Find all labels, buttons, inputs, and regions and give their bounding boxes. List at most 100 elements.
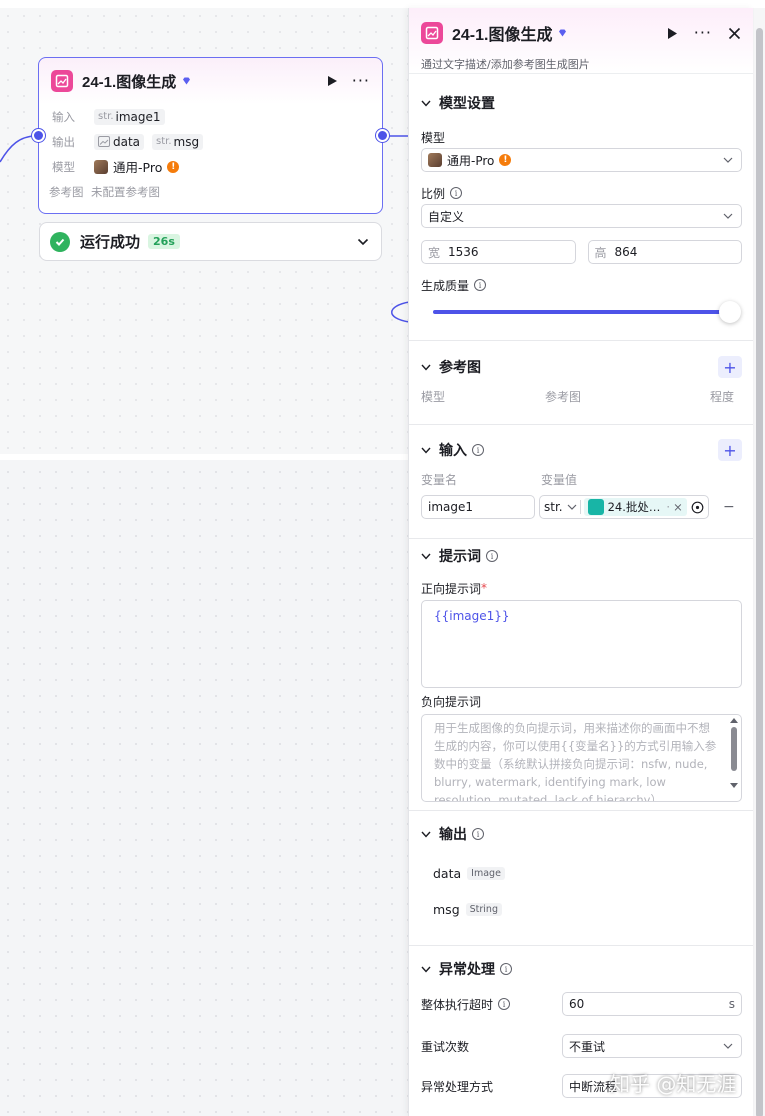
input-header[interactable]: 输入 i +	[421, 435, 742, 465]
textarea-scrollbar[interactable]	[730, 718, 738, 800]
success-check-icon	[50, 231, 70, 252]
layers-icon	[587, 499, 604, 515]
input-label: 输入	[52, 109, 75, 124]
col-degree-label: 程度	[709, 389, 734, 404]
chevron-down-icon	[723, 1043, 733, 1049]
node-output-row: 输出 data str. msg	[39, 129, 382, 154]
model-settings-header[interactable]: 模型设置	[421, 88, 742, 118]
ratio-select[interactable]: 自定义	[421, 204, 742, 228]
col-ref-label: 参考图	[545, 389, 582, 404]
node-config-panel: 24-1.图像生成 ··· 通过文字描述/添加参考图生成图片 模型设置 模型 通…	[408, 8, 753, 1116]
target-icon[interactable]	[691, 501, 704, 514]
slider-thumb[interactable]	[719, 301, 741, 323]
chevron-down-icon[interactable]	[421, 553, 431, 560]
timeout-row: 整体执行超时 i 60 s	[421, 984, 742, 1024]
close-icon[interactable]	[728, 27, 741, 40]
output-port[interactable]	[376, 129, 389, 142]
more-icon[interactable]: ···	[694, 25, 712, 41]
chevron-down-icon[interactable]	[421, 831, 431, 838]
info-icon[interactable]: i	[474, 279, 487, 291]
exception-header[interactable]: 异常处理 i	[421, 954, 742, 984]
info-icon[interactable]: i	[472, 444, 484, 456]
ref-label: 参考图	[49, 184, 84, 199]
image-generate-icon	[51, 70, 73, 92]
image-generate-icon	[421, 22, 443, 44]
premium-diamond-icon	[183, 77, 191, 85]
quality-slider[interactable]	[433, 301, 741, 323]
model-field-label: 模型	[421, 130, 446, 145]
run-status-bar[interactable]: 运行成功 26s	[39, 222, 382, 261]
input-port[interactable]	[32, 129, 45, 142]
canvas-top-band	[0, 0, 765, 8]
node-header: 24-1.图像生成 ···	[39, 58, 382, 104]
warning-icon: !	[167, 160, 180, 173]
var-name-input[interactable]: image1	[421, 495, 535, 519]
chevron-down-icon[interactable]	[421, 447, 431, 454]
timeout-input[interactable]: 60 s	[562, 992, 742, 1016]
chevron-down-icon[interactable]	[357, 238, 369, 246]
output-label: 输出	[52, 134, 75, 149]
chevron-down-icon[interactable]	[421, 364, 431, 371]
image-generation-node[interactable]: 24-1.图像生成 ··· 输入 str. image1 输出 data str.…	[38, 57, 383, 214]
panel-description: 通过文字描述/添加参考图生成图片	[421, 58, 590, 71]
scrollbar-thumb[interactable]	[756, 28, 763, 1116]
var-type-select[interactable]: str.	[544, 500, 581, 514]
reference-section: 参考图 + 模型 参考图 程度	[409, 341, 753, 425]
quality-field-label: 生成质量 i	[421, 276, 742, 294]
negative-prompt-input[interactable]: 用于生成图像的负向提示词，用来描述你的画面中不想生成的内容，你可以使用{{变量名…	[421, 714, 742, 802]
output-data-chip: data	[94, 133, 145, 150]
run-icon[interactable]	[326, 75, 338, 87]
output-msg-chip: str. msg	[152, 133, 204, 150]
info-icon[interactable]: i	[450, 187, 463, 199]
status-text: 运行成功	[80, 234, 141, 251]
output-section: 输出 i data Image msg String	[409, 811, 753, 946]
prompt-header[interactable]: 提示词 i	[421, 541, 742, 571]
chevron-down-icon[interactable]	[421, 100, 431, 107]
positive-prompt-input[interactable]: {{image1}}	[421, 600, 742, 688]
remove-input-button[interactable]: −	[723, 499, 735, 515]
panel-title[interactable]: 24-1.图像生成	[452, 21, 552, 45]
chevron-down-icon	[567, 504, 577, 510]
width-input[interactable]: 宽 1536	[421, 240, 576, 264]
warning-icon: !	[499, 154, 512, 166]
info-icon[interactable]: i	[500, 963, 512, 975]
chevron-down-icon	[723, 157, 733, 163]
model-avatar	[428, 153, 442, 167]
info-icon[interactable]: i	[486, 550, 498, 562]
chevron-down-icon[interactable]	[421, 966, 431, 973]
positive-prompt-label: 正向提示词 *	[421, 581, 488, 596]
node-title: 24-1.图像生成	[82, 73, 177, 91]
input-section: 输入 i + 变量名 变量值 image1 str. 24.批处… · × −	[409, 425, 753, 539]
var-reference-tag[interactable]: 24.批处… · ×	[583, 498, 687, 516]
height-input[interactable]: 高 864	[587, 240, 742, 264]
col-varvalue-label: 变量值	[541, 472, 578, 487]
retry-row: 重试次数 不重试	[421, 1026, 742, 1066]
run-icon[interactable]	[666, 27, 678, 40]
reference-header[interactable]: 参考图 +	[421, 352, 742, 382]
info-icon[interactable]: i	[498, 998, 511, 1010]
var-value-field[interactable]: str. 24.批处… · ×	[539, 495, 709, 519]
output-header[interactable]: 输出 i	[421, 819, 742, 849]
model-label: 模型	[52, 159, 75, 174]
more-icon[interactable]: ···	[352, 73, 370, 89]
output-item: data Image	[421, 855, 742, 891]
node-model-row: 模型 通用-Pro !	[39, 154, 382, 179]
incoming-edge[interactable]	[0, 120, 40, 170]
panel-scrollbar[interactable]	[754, 8, 765, 1116]
premium-diamond-icon	[559, 29, 567, 37]
model-select[interactable]: 通用-Pro !	[421, 148, 742, 172]
model-avatar	[94, 159, 108, 174]
retry-select[interactable]: 不重试	[562, 1034, 742, 1058]
output-item: msg String	[421, 891, 742, 927]
add-input-button[interactable]: +	[718, 439, 742, 461]
col-model-label: 模型	[421, 389, 446, 404]
image-type-icon	[98, 136, 110, 147]
ratio-field-label: 比例 i	[421, 184, 742, 202]
remove-tag-icon[interactable]: ×	[673, 500, 683, 514]
node-ref-row: 参考图 未配置参考图	[39, 179, 382, 204]
input-chip: str. image1	[94, 108, 165, 125]
panel-header: 24-1.图像生成 ··· 通过文字描述/添加参考图生成图片	[409, 8, 753, 74]
info-icon[interactable]: i	[472, 828, 484, 840]
node-input-row: 输入 str. image1	[39, 104, 382, 129]
add-reference-button[interactable]: +	[718, 356, 742, 378]
